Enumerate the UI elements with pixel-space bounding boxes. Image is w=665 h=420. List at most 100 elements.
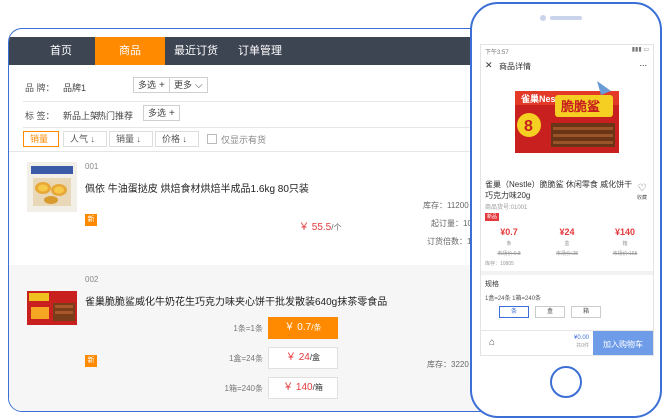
- spec-button-case[interactable]: 箱: [571, 306, 601, 318]
- arrow-down-icon: ↓: [182, 134, 188, 144]
- spec-label: 1盒=24条: [228, 354, 263, 363]
- price-unit: 箱: [622, 241, 628, 247]
- plus-icon: +: [169, 108, 175, 119]
- only-in-stock-label: 仅显示有货: [221, 135, 267, 145]
- sort-label: 价格: [162, 134, 181, 144]
- only-in-stock-checkbox[interactable]: [207, 134, 217, 144]
- close-icon[interactable]: ✕: [485, 60, 493, 71]
- stock-label: 库存：3220: [427, 360, 469, 369]
- sort-label: 销量: [116, 134, 135, 144]
- multi-select-label: 多选: [148, 108, 167, 118]
- tag-filter-label: 标 签：: [25, 111, 55, 121]
- plus-icon: +: [159, 80, 165, 91]
- spec-option-box[interactable]: ￥ 24/盒: [268, 347, 338, 369]
- status-time: 下午3:57: [485, 50, 509, 56]
- spec-button-box[interactable]: 盒: [535, 306, 565, 318]
- more-icon[interactable]: ...: [639, 58, 647, 68]
- filter-divider: [23, 101, 543, 102]
- arrow-down-icon: ↓: [136, 134, 142, 144]
- sort-bar: 销量 人气 ↓ 销量 ↓ 价格 ↓ 仅显示有货: [23, 131, 543, 147]
- battery-icon: ▮▮▮ ▭: [631, 47, 649, 53]
- brand-more-button[interactable]: 更多 ⌵: [169, 77, 208, 93]
- favorite-label: 收藏: [636, 195, 647, 201]
- image-number: 8: [524, 118, 533, 135]
- detail-header: ✕ 商品详情 ...: [481, 57, 653, 73]
- brand-multi-select-button[interactable]: 多选 +: [133, 77, 170, 93]
- multi-select-label: 多选: [138, 80, 157, 90]
- min-order-label: 起订量：10: [431, 219, 472, 228]
- price-value: ¥24: [559, 227, 575, 237]
- order-multiple-label: 订货倍数：10: [427, 237, 476, 246]
- camera-icon: [540, 15, 546, 21]
- arrow-down-icon: ↓: [90, 134, 96, 144]
- spec-option-case[interactable]: ￥ 140/箱: [268, 377, 338, 399]
- spec-price: ￥ 0.7: [284, 322, 312, 333]
- spec-price: ￥ 140: [283, 382, 313, 393]
- sort-label: 销量: [30, 134, 49, 144]
- market-price: 市场价:28: [556, 251, 578, 257]
- price-column-case: ¥140 箱 市场价:165: [603, 227, 647, 257]
- spec-option-strip[interactable]: ￥ 0.7/条: [268, 317, 338, 339]
- price-column-box: ¥24 盒 市场价:28: [545, 227, 589, 257]
- phone-mockup: 下午3:57 ▮▮▮ ▭ ✕ 商品详情 ... 雀巢Nestle 脆脆鲨 8 雀…: [470, 2, 662, 418]
- product-hero-image[interactable]: 雀巢Nestle 脆脆鲨 8: [511, 73, 623, 163]
- brand-option[interactable]: 品牌1: [63, 81, 86, 94]
- spec-label: 1箱=240条: [224, 384, 263, 393]
- spec-unit: /条: [311, 323, 322, 332]
- nav-products[interactable]: 商品: [95, 37, 165, 65]
- spec-label: 1条=1条: [233, 324, 263, 333]
- price-value: ¥140: [614, 227, 636, 237]
- product-image[interactable]: [27, 283, 77, 333]
- spec-title: 规格: [485, 281, 499, 288]
- bottom-bar: ⌂ ¥0.00 共0件 加入购物车: [481, 330, 653, 355]
- home-button[interactable]: [550, 366, 582, 398]
- price-column-strip: ¥0.7 条 市场价:0.8: [487, 227, 531, 257]
- product-image[interactable]: [27, 162, 77, 212]
- nav-order-management[interactable]: 订单管理: [229, 37, 291, 65]
- product-code: 商品货号:01001: [485, 205, 528, 211]
- cart-icon[interactable]: ⌂: [489, 337, 495, 348]
- sort-label: 人气: [70, 134, 89, 144]
- new-badge: 新品: [485, 213, 500, 221]
- product-title[interactable]: 佩依 牛油蛋挞皮 烘焙食材烘焙半成品1.6kg 80只装: [85, 180, 309, 195]
- sort-default[interactable]: 销量: [23, 131, 59, 147]
- favorite-button[interactable]: ♡ 收藏: [637, 183, 647, 201]
- cart-total: ¥0.00 共0件: [574, 335, 589, 349]
- heart-icon: ♡: [637, 183, 647, 194]
- spec-button-strip[interactable]: 条: [499, 306, 529, 318]
- product-code: 002: [85, 275, 99, 284]
- sort-popularity[interactable]: 人气 ↓: [63, 131, 107, 147]
- spec-unit: /箱: [312, 383, 323, 392]
- status-bar: 下午3:57 ▮▮▮ ▭: [481, 45, 653, 56]
- total-count: 共0件: [576, 343, 589, 349]
- nav-recent-orders[interactable]: 最近订货: [165, 37, 227, 65]
- sort-price[interactable]: 价格 ↓: [155, 131, 199, 147]
- tag-multi-select-button[interactable]: 多选 +: [143, 105, 180, 121]
- new-badge: 新: [85, 355, 97, 367]
- image-product-name: 脆脆鲨: [560, 99, 600, 114]
- market-price: 市场价:165: [612, 251, 638, 257]
- price-unit: 盒: [564, 241, 570, 247]
- price-value: ¥0.7: [500, 227, 518, 237]
- price-unit: 条: [506, 241, 512, 247]
- new-badge: 新: [85, 214, 97, 226]
- product-title: 雀巢（Nestle）脆脆鲨 休闲零食 威化饼干巧克力味20g: [485, 180, 633, 200]
- speaker-icon: [550, 16, 582, 20]
- price-value: ￥ 55.5: [299, 222, 332, 233]
- product-title[interactable]: 雀巢脆脆鲨威化牛奶花生巧克力味夹心饼干批发散装640g抹茶零食品: [85, 293, 387, 308]
- sort-sales[interactable]: 销量 ↓: [109, 131, 153, 147]
- tag-new-arrival[interactable]: 新品上架: [63, 109, 99, 122]
- stock-label: 库存：11200: [423, 201, 469, 210]
- product-price: ￥ 55.5/个: [299, 218, 341, 233]
- spec-price: ￥ 24: [285, 352, 310, 363]
- nav-home[interactable]: 首页: [39, 37, 83, 65]
- spec-description: 1盒=24条 1箱=240条: [485, 296, 542, 302]
- more-label: 更多: [174, 80, 193, 90]
- stock-label: 库存：10805: [485, 261, 514, 267]
- phone-screen: 下午3:57 ▮▮▮ ▭ ✕ 商品详情 ... 雀巢Nestle 脆脆鲨 8 雀…: [480, 44, 654, 356]
- market-price: 市场价:0.8: [497, 251, 521, 257]
- chevron-down-icon: ⌵: [195, 80, 203, 91]
- add-to-cart-button[interactable]: 加入购物车: [593, 331, 653, 355]
- tag-hot[interactable]: 热门推荐: [97, 109, 133, 122]
- total-amount: ¥0.00: [573, 335, 589, 341]
